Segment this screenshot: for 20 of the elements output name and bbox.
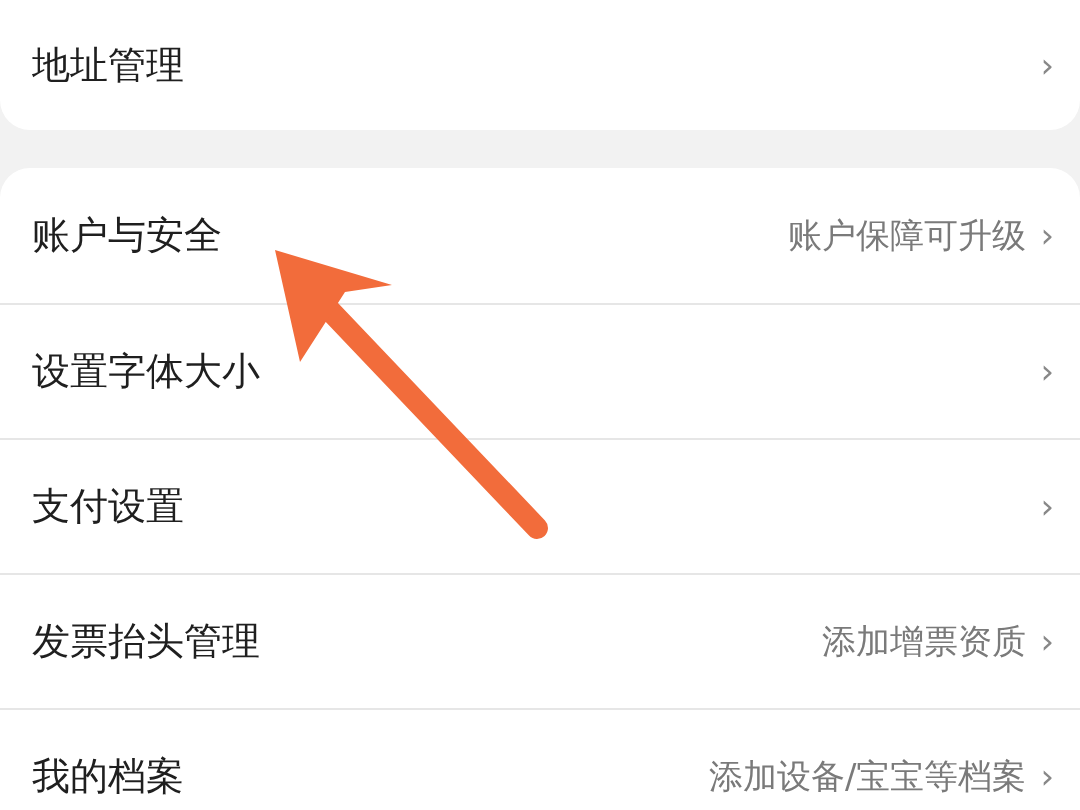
settings-row[interactable]: 我的档案 添加设备/宝宝等档案 › [0, 708, 1080, 810]
settings-row[interactable]: 账户与安全 账户保障可升级 › [0, 168, 1080, 303]
chevron-icon: › [1040, 616, 1054, 667]
row-label: 发票抬头管理 [32, 618, 261, 665]
chevron-icon: › [1040, 751, 1054, 802]
chevron-icon: › [1040, 210, 1054, 261]
settings-row[interactable]: 地址管理 › [0, 0, 1080, 130]
row-label: 账户与安全 [32, 212, 223, 259]
chevron-icon: › [1040, 481, 1054, 532]
row-label: 支付设置 [32, 483, 185, 530]
row-detail: 添加增票资质 [822, 620, 1027, 663]
row-label: 地址管理 [32, 41, 185, 89]
chevron-icon: › [1040, 346, 1054, 397]
row-detail: 添加设备/宝宝等档案 [708, 755, 1027, 798]
row-label: 设置字体大小 [32, 348, 261, 395]
row-label: 我的档案 [32, 753, 185, 800]
chevron-icon: › [1040, 39, 1054, 91]
row-detail: 账户保障可升级 [788, 214, 1027, 257]
settings-row[interactable]: 支付设置 › [0, 438, 1080, 573]
settings-row[interactable]: 发票抬头管理 添加增票资质 › [0, 573, 1080, 708]
